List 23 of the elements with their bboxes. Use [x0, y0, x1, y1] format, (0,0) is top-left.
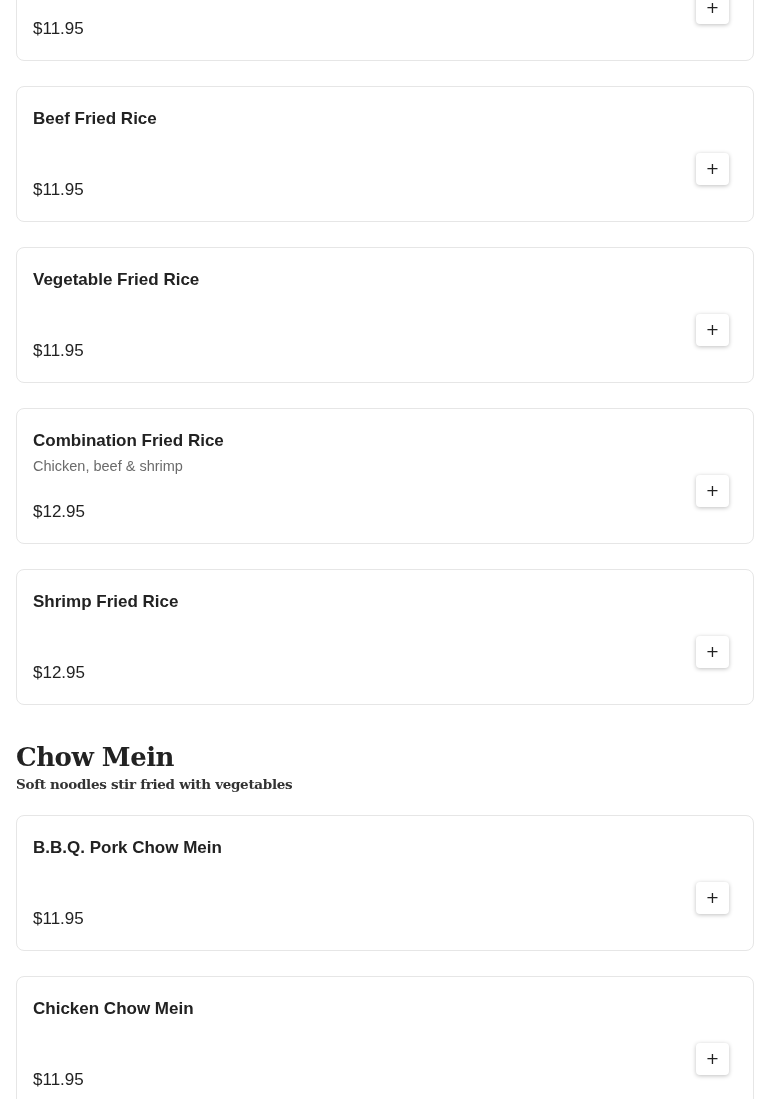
item-price: $11.95 — [33, 1070, 84, 1090]
item-name: Combination Fried Rice — [33, 431, 224, 451]
item-price: $12.95 — [33, 502, 85, 522]
add-button[interactable]: + — [696, 475, 729, 507]
add-button[interactable]: + — [696, 153, 729, 185]
item-price: $12.95 — [33, 663, 85, 683]
item-price: $11.95 — [33, 909, 84, 929]
section-subtitle: Soft noodles stir fried with vegetables — [16, 775, 293, 793]
add-button[interactable]: + — [696, 0, 729, 24]
item-price: $11.95 — [33, 19, 84, 39]
item-description: Chicken, beef & shrimp — [33, 457, 183, 475]
add-button[interactable]: + — [696, 882, 729, 914]
item-name: Vegetable Fried Rice — [33, 270, 200, 290]
add-button[interactable]: + — [696, 636, 729, 668]
add-button[interactable]: + — [696, 314, 729, 346]
item-price: $11.95 — [33, 180, 84, 200]
item-name: Shrimp Fried Rice — [33, 592, 179, 612]
item-name: Beef Fried Rice — [33, 109, 157, 129]
add-button[interactable]: + — [696, 1043, 729, 1075]
item-name: B.B.Q. Pork Chow Mein — [33, 838, 222, 858]
item-name: Chicken Chow Mein — [33, 999, 194, 1019]
item-price: $11.95 — [33, 341, 84, 361]
section-title: Chow Mein — [16, 741, 174, 773]
